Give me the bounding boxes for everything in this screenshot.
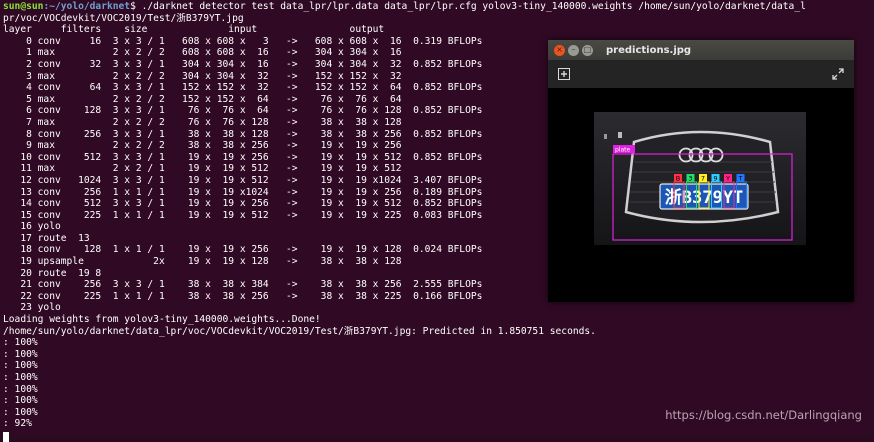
terminal-line: : 100% (3, 383, 38, 395)
prompt-user: sun@sun (3, 1, 44, 12)
char-label: 9 (713, 175, 717, 183)
window-title: predictions.jpg (606, 44, 692, 56)
char-label: B (676, 175, 680, 183)
terminal-line: : 100% (3, 360, 38, 372)
zoom-in-icon[interactable] (556, 66, 572, 82)
close-icon[interactable]: × (554, 44, 565, 56)
terminal-line: /home/sun/yolo/darknet/data_lpr/voc/VOCd… (3, 325, 596, 337)
image-toolbar (548, 60, 854, 88)
minimize-icon[interactable]: – (568, 44, 579, 56)
car-photo: 浙B379YT plate B3 79YT (594, 112, 806, 245)
terminal-line: 23 yolo (3, 302, 61, 314)
terminal-line: layer filters size input output (3, 24, 385, 36)
plate-text: 浙B379YT (665, 187, 743, 208)
terminal-line: : 100% (3, 348, 38, 360)
char-label: 3 (688, 175, 692, 183)
char-label: T (738, 175, 743, 183)
terminal-line: pr/voc/VOCdevkit/VOC2019/Test/浙B379YT.jp… (3, 12, 244, 24)
expand-icon[interactable] (830, 66, 846, 82)
terminal-line: : 100% (3, 372, 38, 383)
terminal-cursor (3, 431, 9, 442)
terminal-cursor-line (3, 430, 874, 442)
terminal-line: Loading weights from yolov3-tiny_140000.… (3, 314, 321, 326)
terminal-line: : 100% (3, 337, 38, 349)
char-label: 7 (701, 175, 705, 183)
predictions-window[interactable]: × – □ predictions.jpg 浙B379YT plate B 3 … (548, 40, 854, 302)
detection-label: plate (615, 147, 631, 154)
command-line: sun@sun:~/yolo/darknet$ ./darknet detect… (3, 1, 874, 13)
prediction-image: 浙B379YT plate B3 79YT (594, 112, 806, 245)
command-text: $ ./darknet detector test data_lpr/lpr.d… (130, 1, 806, 12)
char-label: Y (725, 175, 730, 183)
window-titlebar[interactable]: × – □ predictions.jpg (548, 40, 854, 60)
watermark: https://blog.csdn.net/Darlingqiang (665, 408, 862, 422)
terminal-line: : 100% (3, 395, 38, 407)
maximize-icon[interactable]: □ (582, 44, 593, 56)
prompt-path: :~/yolo/darknet (43, 1, 131, 12)
